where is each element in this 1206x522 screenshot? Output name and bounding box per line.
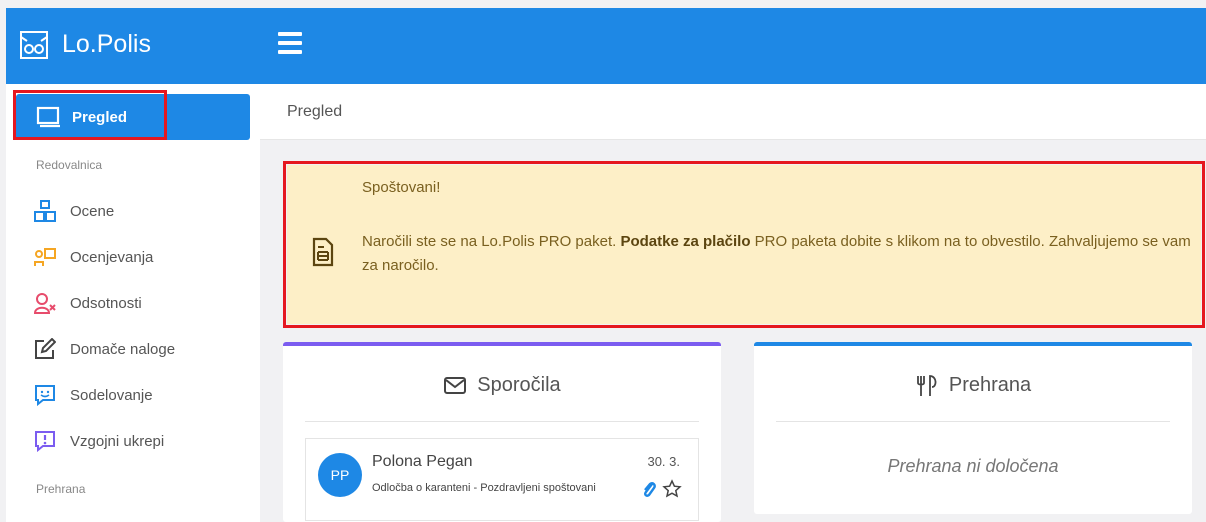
sidebar-item-sodelovanje[interactable]: Sodelovanje [34, 384, 153, 406]
sidebar-item-vzgojni-ukrepi[interactable]: Vzgojni ukrepi [34, 430, 164, 452]
sidebar-item-ocenjevanja[interactable]: Ocenjevanja [34, 246, 153, 268]
alert-chat-icon [34, 430, 56, 452]
sidebar: Pregled Redovalnica Ocene Ocenjevanja Od… [6, 84, 260, 522]
highlight-box [283, 161, 1205, 328]
owl-logo-icon [20, 30, 48, 59]
message-subject: Odločba o karanteni - Pozdravljeni spošt… [372, 482, 596, 494]
blocks-icon [34, 200, 56, 222]
messages-card: Sporočila PP Polona Pegan 30. 3. Odločba… [283, 342, 721, 522]
avatar: PP [318, 453, 362, 497]
app-name: Lo.Polis [62, 30, 151, 58]
page-title: Pregled [287, 103, 343, 120]
breadcrumb: Pregled [260, 84, 1206, 140]
message-sender: Polona Pegan [372, 453, 473, 470]
messages-card-title[interactable]: Sporočila [283, 374, 721, 397]
sidebar-item-label: Odsotnosti [70, 294, 142, 312]
sidebar-item-odsotnosti[interactable]: Odsotnosti [34, 292, 142, 314]
smile-chat-icon [34, 384, 56, 406]
star-icon[interactable] [662, 479, 682, 499]
sidebar-item-ocene[interactable]: Ocene [34, 200, 114, 222]
sidebar-item-domace-naloge[interactable]: Domače naloge [34, 338, 175, 360]
brand[interactable]: Lo.Polis [20, 30, 151, 59]
sidebar-item-label: Domače naloge [70, 340, 176, 358]
paperclip-icon [644, 482, 656, 497]
message-date: 30. 3. [647, 454, 680, 469]
envelope-icon [444, 376, 467, 394]
highlight-box [13, 90, 167, 140]
food-empty-text: Prehrana ni določena [887, 456, 1059, 476]
section-label: Redovalnica [36, 158, 103, 172]
sidebar-item-label: Sodelovanje [70, 386, 153, 404]
edit-icon [34, 338, 56, 360]
sidebar-item-label: Ocenjevanja [70, 248, 154, 266]
divider [776, 421, 1170, 422]
menu-toggle-icon[interactable] [278, 32, 302, 58]
top-bar: Lo.Polis [6, 8, 1206, 84]
food-card: Prehrana Prehrana ni določena [754, 342, 1192, 514]
sidebar-item-label: Vzgojni ukrepi [70, 432, 165, 450]
presenter-icon [34, 246, 56, 268]
cutlery-icon [916, 374, 937, 396]
user-x-icon [34, 292, 56, 314]
divider [305, 421, 699, 422]
section-label: Prehrana [36, 482, 86, 496]
message-list-item[interactable]: PP Polona Pegan 30. 3. Odločba o karante… [305, 438, 699, 520]
sidebar-item-label: Ocene [70, 202, 115, 220]
food-card-title[interactable]: Prehrana [754, 374, 1192, 397]
